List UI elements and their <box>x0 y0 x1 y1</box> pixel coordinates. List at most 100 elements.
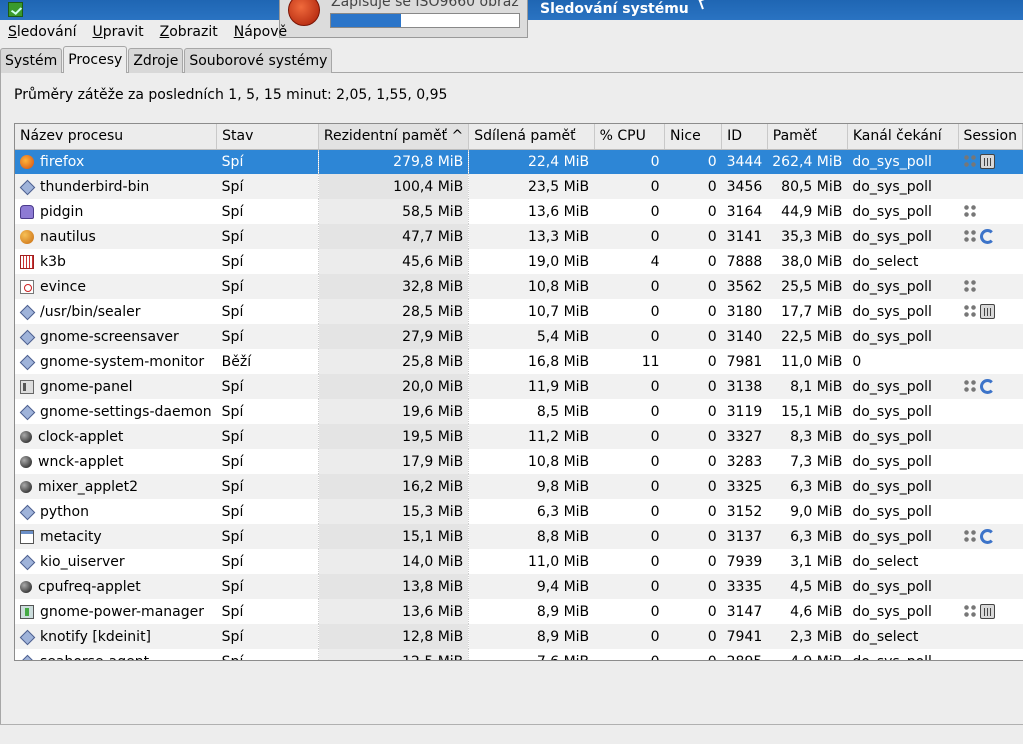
cell-nice: 0 <box>664 274 722 299</box>
cell-id: 7939 <box>726 553 763 570</box>
table-row[interactable]: gnome-settings-daemon Spí 19,6 MiB 8,5 MiB 0… <box>15 399 1023 424</box>
diamond-icon <box>20 355 34 369</box>
table-row[interactable]: thunderbird-bin Spí 100,4 MiB 23,5 MiB 0 0 345… <box>15 174 1023 199</box>
cell-process-name: cpufreq-applet <box>15 574 217 599</box>
table-row[interactable]: gnome-screensaver Spí 27,9 MiB 5,4 MiB 0 0 314… <box>15 324 1023 349</box>
cell-shared-memory: 6,3 MiB <box>536 503 590 520</box>
cell-session <box>958 449 1022 474</box>
process-name-label: gnome-system-monitor <box>40 353 205 370</box>
cell-process-name: gnome-system-monitor <box>15 349 217 374</box>
column-header-waiting-channel[interactable]: Kanál čekání <box>847 124 959 150</box>
column-header-nice[interactable]: Nice <box>664 124 723 150</box>
cell-waiting-channel: do_sys_poll <box>847 374 959 399</box>
table-row[interactable]: python Spí 15,3 MiB 6,3 MiB 0 0 3152 9,0 MiB do_… <box>15 499 1023 524</box>
cell-waiting-channel: do_sys_poll <box>847 174 959 199</box>
cell-memory: 15,1 MiB <box>781 403 843 420</box>
cell-process-name: kio_uiserver <box>15 549 217 574</box>
cell-memory: 8,1 MiB <box>767 374 848 399</box>
cell-process-name: /usr/bin/sealer <box>15 299 217 324</box>
tab-resources[interactable]: Zdroje <box>128 48 184 73</box>
table-row[interactable]: firefox Spí 279,8 MiB 22,4 MiB 0 0 3444 262,4 M… <box>15 149 1023 174</box>
column-header-session[interactable]: Session <box>958 124 1023 150</box>
menu-upravit[interactable]: Upravit <box>84 20 151 45</box>
cell-shared-memory: 11,0 MiB <box>527 553 590 570</box>
table-row[interactable]: k3b Spí 45,6 MiB 19,0 MiB 4 0 7888 38,0 MiB do_s… <box>15 249 1023 274</box>
table-row[interactable]: seahorse-agentSpí12,5 MiB7,6 MiB0028954,… <box>15 649 1023 661</box>
column-header-id[interactable]: ID <box>721 124 768 150</box>
cell-nice: 0 <box>664 524 722 549</box>
cell-id: 3138 <box>721 374 768 399</box>
tab-processes[interactable]: Procesy <box>63 46 128 73</box>
column-header-resident-memory[interactable]: Rezidentní paměť ^ <box>318 124 470 150</box>
process-name-label: metacity <box>40 528 102 545</box>
cell-session <box>958 399 1022 424</box>
column-header-memory[interactable]: Paměť <box>767 124 848 150</box>
cell-id: 3327 <box>721 424 768 449</box>
cell-id: 3152 <box>726 503 763 520</box>
ball-icon <box>20 430 32 443</box>
cell-process-name: gnome-panel <box>15 374 217 399</box>
cell-session <box>958 299 1022 324</box>
process-name-label: clock-applet <box>38 428 124 445</box>
table-row[interactable]: mixer_applet2 Spí 16,2 MiB 9,8 MiB 0 0 3325 6,3… <box>15 474 1023 499</box>
burn-status-text: Zapisuje se ISO9660 obraz <box>331 0 519 10</box>
column-header-cpu[interactable]: % CPU <box>594 124 666 150</box>
tab-filesystems[interactable]: Souborové systémy <box>184 48 333 73</box>
refresh-icon <box>980 529 996 544</box>
process-name-label: pidgin <box>40 203 84 220</box>
table-row[interactable]: pidgin Spí 58,5 MiB 13,6 MiB 0 0 3164 44,9 MiB d… <box>15 199 1023 224</box>
table-row[interactable]: knotify [kdeinit] Spí 12,8 MiB 8,9 MiB 0 0 794… <box>15 624 1023 649</box>
table-row[interactable]: cpufreq-applet Spí 13,8 MiB 9,4 MiB 0 0 3335 4,… <box>15 574 1023 599</box>
cell-process-name: mixer_applet2 <box>15 474 217 499</box>
trash-icon <box>980 154 996 170</box>
cell-cpu: 4 <box>650 253 660 270</box>
cell-memory: 6,3 MiB <box>767 474 848 499</box>
cell-waiting-channel: do_select <box>852 553 919 570</box>
cell-cpu: 0 <box>594 649 664 661</box>
table-row[interactable]: wnck-applet Spí 17,9 MiB 10,8 MiB 0 0 3283 7,3 … <box>15 449 1023 474</box>
trash-icon <box>980 304 996 319</box>
table-row[interactable]: gnome-system-monitor Běží 25,8 MiB 16,8 MiB… <box>15 349 1023 374</box>
cell-state: Spí <box>216 624 319 649</box>
menu-zobrazit[interactable]: Zobrazit <box>152 20 226 45</box>
column-header-name[interactable]: Název procesu <box>15 124 218 150</box>
cell-shared-memory: 11,2 MiB <box>468 424 595 449</box>
cell-state: Spí <box>221 253 244 270</box>
table-row[interactable]: kio_uiserver Spí 14,0 MiB 11,0 MiB 0 0 7939 3,1… <box>15 549 1023 574</box>
table-row[interactable]: gnome-power-manager Spí 13,6 MiB 8,9 MiB 0 0 3… <box>15 599 1023 624</box>
cell-state: Spí <box>216 224 319 249</box>
cell-state: Spí <box>221 603 244 620</box>
cell-resident-memory: 32,8 MiB <box>317 274 470 299</box>
mouse-cursor-icon <box>698 0 712 10</box>
diamond-icon <box>20 505 34 519</box>
cell-waiting-channel: do_sys_poll <box>847 274 959 299</box>
cell-shared-memory: 22,4 MiB <box>468 149 595 174</box>
table-row[interactable]: /usr/bin/sealer Spí 28,5 MiB 10,7 MiB 0 0 3180… <box>15 299 1023 324</box>
process-table[interactable]: Název procesu Stav Rezidentní paměť ^ Sd… <box>14 123 1023 661</box>
menu-napoveda[interactable]: Nápově <box>226 20 295 45</box>
cell-waiting-channel: do_sys_poll <box>852 203 932 220</box>
cell-shared-memory: 19,0 MiB <box>527 253 590 270</box>
cell-state: Spí <box>216 424 319 449</box>
cell-memory: 25,5 MiB <box>767 274 848 299</box>
menu-sledovani[interactable]: Sledování <box>0 20 84 45</box>
menu-bar: Sledování Upravit Zobrazit Nápově <box>0 20 1023 45</box>
cell-memory: 9,0 MiB <box>790 503 843 520</box>
cell-cpu: 0 <box>594 474 665 499</box>
cell-resident-memory: 13,6 MiB <box>317 599 470 624</box>
table-row[interactable]: evince Spí 32,8 MiB 10,8 MiB 0 0 3562 25,5 MiB d… <box>15 274 1023 299</box>
cell-process-name: wnck-applet <box>15 449 217 474</box>
cell-shared-memory: 7,6 MiB <box>469 649 594 661</box>
cell-resident-memory: 17,9 MiB <box>317 449 470 474</box>
table-row[interactable]: metacity Spí 15,1 MiB 8,8 MiB 0 0 3137 6,3 MiB d… <box>15 524 1023 549</box>
cell-state: Spí <box>216 524 319 549</box>
table-row[interactable]: nautilus Spí 47,7 MiB 13,3 MiB 0 0 3141 35,3 Mi… <box>15 224 1023 249</box>
cell-memory: 6,3 MiB <box>767 524 848 549</box>
column-header-shared-memory[interactable]: Sdílená paměť <box>468 124 595 150</box>
table-row[interactable]: gnome-panel Spí 20,0 MiB 11,9 MiB 0 0 3138 8,1 … <box>15 374 1023 399</box>
tab-system[interactable]: Systém <box>0 48 63 73</box>
cell-cpu: 0 <box>594 324 665 349</box>
column-header-state[interactable]: Stav <box>216 124 319 150</box>
table-row[interactable]: clock-applet Spí 19,5 MiB 11,2 MiB 0 0 3327 8,3… <box>15 424 1023 449</box>
cell-shared-memory: 10,7 MiB <box>527 303 590 320</box>
